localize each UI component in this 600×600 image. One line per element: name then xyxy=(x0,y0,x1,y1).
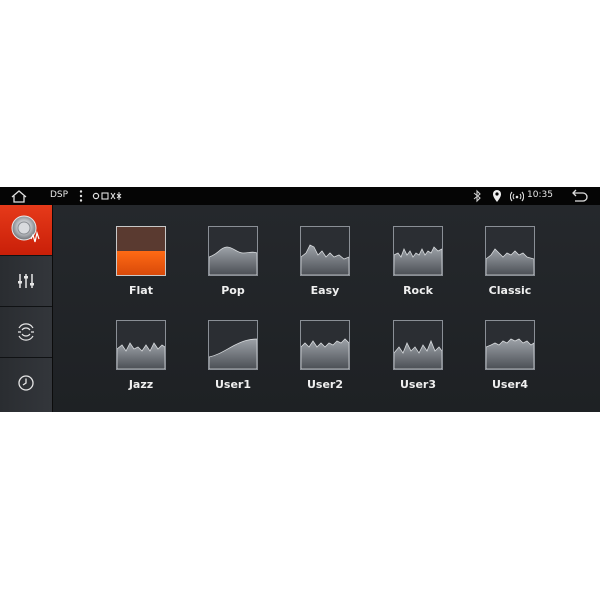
preset-thumbnail xyxy=(300,226,350,276)
bluetooth-icon xyxy=(473,189,481,203)
preset-label: Flat xyxy=(129,284,153,297)
preset-user3[interactable]: User3 xyxy=(383,320,453,400)
notification-icons xyxy=(92,192,122,200)
preset-label: User1 xyxy=(214,378,252,391)
car-head-unit-screen: DSP 10:35 Flat Pop Easy Rock Classic Jaz… xyxy=(0,187,600,412)
preset-label: Easy xyxy=(310,284,340,297)
app-title: DSP xyxy=(50,190,69,200)
preset-thumbnail xyxy=(485,320,535,370)
eq-curve-graphic xyxy=(486,338,534,369)
preset-label: User2 xyxy=(306,378,344,391)
sidebar-item-equalizer[interactable] xyxy=(0,256,52,307)
preset-label: Classic xyxy=(488,284,532,297)
preset-jazz[interactable]: Jazz xyxy=(106,320,176,400)
eq-curve-graphic xyxy=(301,338,349,369)
clock-delay-icon xyxy=(18,375,34,391)
eq-curve-graphic xyxy=(486,248,534,275)
eq-curve-graphic xyxy=(394,339,442,369)
sidebar-item-sound-field[interactable] xyxy=(0,307,52,358)
preset-label: Jazz xyxy=(128,378,154,391)
sidebar-item-eq-presets[interactable] xyxy=(0,205,52,256)
preset-thumbnail xyxy=(393,320,443,370)
surround-field-icon xyxy=(18,323,34,341)
back-icon[interactable] xyxy=(568,188,588,204)
preset-rock[interactable]: Rock xyxy=(383,226,453,306)
eq-curve-graphic xyxy=(209,246,257,275)
preset-pop[interactable]: Pop xyxy=(198,226,268,306)
preset-user1[interactable]: User1 xyxy=(198,320,268,400)
wireless-signal-icon xyxy=(510,191,524,202)
eq-curve-graphic xyxy=(301,244,349,275)
preset-user4[interactable]: User4 xyxy=(475,320,545,400)
preset-label: User4 xyxy=(491,378,529,391)
preset-thumbnail xyxy=(300,320,350,370)
equalizer-sliders-icon xyxy=(18,274,34,288)
preset-label: Pop xyxy=(221,284,245,297)
eq-curve-graphic xyxy=(209,338,257,369)
home-icon[interactable] xyxy=(9,188,29,204)
preset-thumbnail xyxy=(208,226,258,276)
preset-thumbnail xyxy=(116,226,166,276)
preset-label: Rock xyxy=(403,284,433,297)
speaker-sound-icon xyxy=(11,215,40,243)
preset-flat[interactable]: Flat xyxy=(106,226,176,306)
preset-thumbnail xyxy=(116,320,166,370)
preset-user2[interactable]: User2 xyxy=(290,320,360,400)
preset-thumbnail xyxy=(208,320,258,370)
eq-preset-grid: Flat Pop Easy Rock Classic Jazz User1 Us… xyxy=(53,205,600,412)
more-options-icon[interactable] xyxy=(78,189,84,203)
status-bar: DSP 10:35 xyxy=(0,187,600,205)
preset-classic[interactable]: Classic xyxy=(475,226,545,306)
eq-curve-graphic xyxy=(394,246,442,275)
dsp-sidebar xyxy=(0,205,53,412)
preset-thumbnail xyxy=(485,226,535,276)
preset-label: User3 xyxy=(399,378,437,391)
sidebar-item-time-delay[interactable] xyxy=(0,358,52,408)
eq-curve-graphic xyxy=(117,342,165,369)
preset-easy[interactable]: Easy xyxy=(290,226,360,306)
location-pin-icon xyxy=(493,190,501,202)
clock-time: 10:35 xyxy=(527,190,553,200)
preset-thumbnail xyxy=(393,226,443,276)
